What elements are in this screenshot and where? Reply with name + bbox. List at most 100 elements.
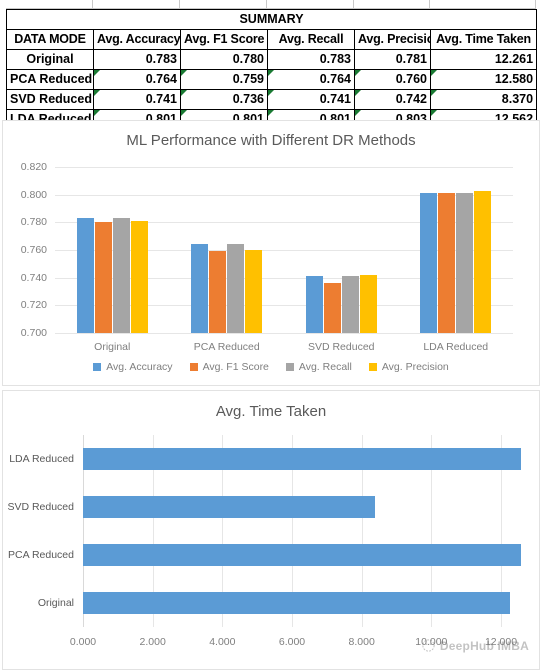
chart1-bar-group: LDA Reduced — [399, 167, 514, 353]
table-row[interactable]: Original 0.783 0.780 0.783 0.781 12.261 — [6, 49, 538, 70]
chart2-bar[interactable] — [83, 592, 511, 614]
chart1-legend-label: Avg. Recall — [298, 361, 352, 373]
chart1-bar-group: SVD Reduced — [284, 167, 399, 353]
chart1-y-axis-tick: 0.760 — [20, 244, 47, 256]
chart1-bar[interactable] — [227, 244, 245, 333]
cell-data-mode[interactable]: PCA Reduced — [6, 69, 94, 90]
cell-avg-precision[interactable]: 0.742 — [354, 89, 431, 110]
table-row[interactable]: SVD Reduced 0.741 0.736 0.741 0.742 8.370 — [6, 89, 538, 110]
spreadsheet-cell[interactable] — [180, 0, 267, 9]
avg-time-taken-chart[interactable]: Avg. Time Taken 0.000 2.000 4.000 6.000 8.00… — [2, 390, 540, 670]
cell-avg-precision[interactable]: 0.781 — [354, 49, 431, 70]
chart1-bar[interactable] — [209, 251, 227, 333]
chart2-y-axis-label: LDA Reduced — [9, 453, 74, 465]
column-header-5[interactable]: Avg. Time Taken — [429, 29, 538, 50]
spreadsheet-cell[interactable] — [267, 0, 354, 9]
chart2-x-axis-tick: 0.000 — [69, 636, 97, 648]
chart2-x-axis-tick: 6.000 — [278, 636, 306, 648]
chart1-y-axis-tick: 0.720 — [20, 299, 47, 312]
cell-data-mode[interactable]: SVD Reduced — [6, 89, 94, 110]
cell-avg-recall[interactable]: 0.783 — [267, 49, 355, 70]
legend-swatch-icon — [285, 363, 294, 371]
cell-avg-recall[interactable]: 0.741 — [267, 89, 355, 110]
spreadsheet-cell[interactable] — [354, 0, 430, 9]
column-header-0[interactable]: DATA MODE — [6, 29, 94, 50]
chart2-y-axis-label: SVD Reduced — [7, 501, 74, 513]
chart1-x-axis-label: PCA Reduced — [193, 341, 260, 353]
chart1-y-axis-tick: 0.780 — [20, 216, 47, 229]
cell-avg-precision[interactable]: 0.760 — [354, 69, 431, 90]
cell-avg-accuracy[interactable]: 0.741 — [93, 89, 181, 110]
chart1-bar[interactable] — [420, 193, 438, 333]
chart1-legend-item[interactable]: Avg. Precision — [368, 361, 449, 373]
ml-performance-chart[interactable]: ML Performance with Different DR Methods… — [2, 120, 540, 386]
chart2-plot-area: 0.000 2.000 4.000 6.000 8.000 10.000 12.000 Ori… — [7, 435, 522, 648]
cell-avg-time-taken[interactable]: 12.261 — [429, 49, 538, 70]
table-row[interactable]: PCA Reduced 0.764 0.759 0.764 0.760 12.580 — [6, 69, 538, 90]
chart2-y-axis-label: PCA Reduced — [8, 549, 74, 561]
chart1-bar[interactable] — [191, 244, 209, 333]
chart2-bar[interactable] — [83, 544, 522, 566]
chart1-plot-area: 0.820 0.800 0.780 0.760 0.740 0.720 0.700 Origi… — [21, 161, 514, 353]
chart2-bar[interactable] — [83, 448, 521, 470]
chart1-bar[interactable] — [94, 222, 112, 333]
chart2-title: Avg. Time Taken — [215, 403, 327, 420]
cell-avg-time-taken[interactable]: 8.370 — [429, 89, 538, 110]
summary-title[interactable]: SUMMARY — [5, 9, 538, 30]
chart2-y-axis-label: Original — [37, 597, 74, 609]
chart1-legend[interactable]: Avg. Accuracy Avg. F1 Score Avg. Recall Avg… — [3, 361, 539, 373]
chart2-x-axis-tick: 12.000 — [484, 636, 518, 648]
cell-avg-f1-score[interactable]: 0.759 — [180, 69, 268, 90]
chart1-bar[interactable] — [341, 276, 359, 333]
chart2-x-axis-tick: 2.000 — [139, 636, 166, 648]
chart2-x-axis-tick: 4.000 — [209, 636, 236, 648]
column-header-4[interactable]: Avg. Precision — [354, 29, 431, 50]
chart1-bar[interactable] — [359, 274, 377, 333]
chart1-legend-label: Avg. Precision — [381, 361, 449, 373]
chart1-y-axis-tick: 0.740 — [20, 271, 47, 284]
screenshot-root: SUMMARY DATA MODE Avg. Accuracy Avg. F1 Sco… — [0, 0, 542, 672]
chart1-gridline — [55, 333, 513, 334]
spreadsheet-cell[interactable] — [6, 0, 93, 9]
chart1-legend-label: Avg. Accuracy — [106, 361, 173, 373]
chart1-bar[interactable] — [474, 190, 492, 333]
chart1-legend-item[interactable]: Avg. Accuracy — [93, 361, 173, 373]
chart1-bar[interactable] — [305, 276, 323, 333]
chart1-y-axis-tick: 0.820 — [20, 161, 47, 173]
spreadsheet-cell[interactable] — [93, 0, 180, 9]
chart2-bar[interactable] — [83, 496, 375, 518]
cell-avg-recall[interactable]: 0.764 — [267, 69, 355, 90]
cell-data-mode[interactable]: Original — [6, 49, 94, 70]
chart1-bar[interactable] — [456, 193, 474, 333]
column-header-2[interactable]: Avg. F1 Score — [180, 29, 268, 50]
legend-swatch-icon — [93, 363, 102, 371]
chart1-bar-group: PCA Reduced — [170, 167, 285, 353]
chart1-legend-label: Avg. F1 Score — [202, 361, 269, 373]
cell-avg-time-taken[interactable]: 12.580 — [429, 69, 538, 90]
chart1-x-axis-label: SVD Reduced — [307, 341, 375, 353]
chart1-legend-item[interactable]: Avg. Recall — [285, 361, 352, 373]
summary-table[interactable]: SUMMARY DATA MODE Avg. Accuracy Avg. F1 Sco… — [5, 9, 538, 130]
chart1-y-axis-tick: 0.800 — [20, 188, 47, 201]
table-title-row: SUMMARY — [5, 9, 538, 30]
column-header-1[interactable]: Avg. Accuracy — [93, 29, 181, 50]
chart1-bar-group: Original — [55, 167, 170, 353]
chart1-bar[interactable] — [245, 250, 263, 333]
chart1-legend-item[interactable]: Avg. F1 Score — [189, 361, 269, 373]
chart1-bar[interactable] — [112, 218, 130, 333]
chart1-bar[interactable] — [438, 193, 456, 333]
chart1-x-axis-label: Original — [94, 341, 131, 353]
chart1-bar[interactable] — [130, 220, 148, 333]
cell-avg-accuracy[interactable]: 0.764 — [93, 69, 181, 90]
summary-spreadsheet[interactable]: SUMMARY DATA MODE Avg. Accuracy Avg. F1 Sco… — [0, 0, 542, 130]
chart1-bar[interactable] — [323, 283, 341, 333]
chart1-bar[interactable] — [76, 218, 94, 333]
spreadsheet-cell[interactable] — [430, 0, 536, 9]
spreadsheet-empty-row[interactable] — [0, 0, 542, 9]
cell-avg-f1-score[interactable]: 0.780 — [180, 49, 268, 70]
cell-avg-f1-score[interactable]: 0.736 — [180, 89, 268, 110]
table-header-row: DATA MODE Avg. Accuracy Avg. F1 Score Avg. … — [6, 29, 538, 50]
cell-avg-accuracy[interactable]: 0.783 — [93, 49, 181, 70]
legend-swatch-icon — [189, 363, 198, 371]
column-header-3[interactable]: Avg. Recall — [267, 29, 355, 50]
